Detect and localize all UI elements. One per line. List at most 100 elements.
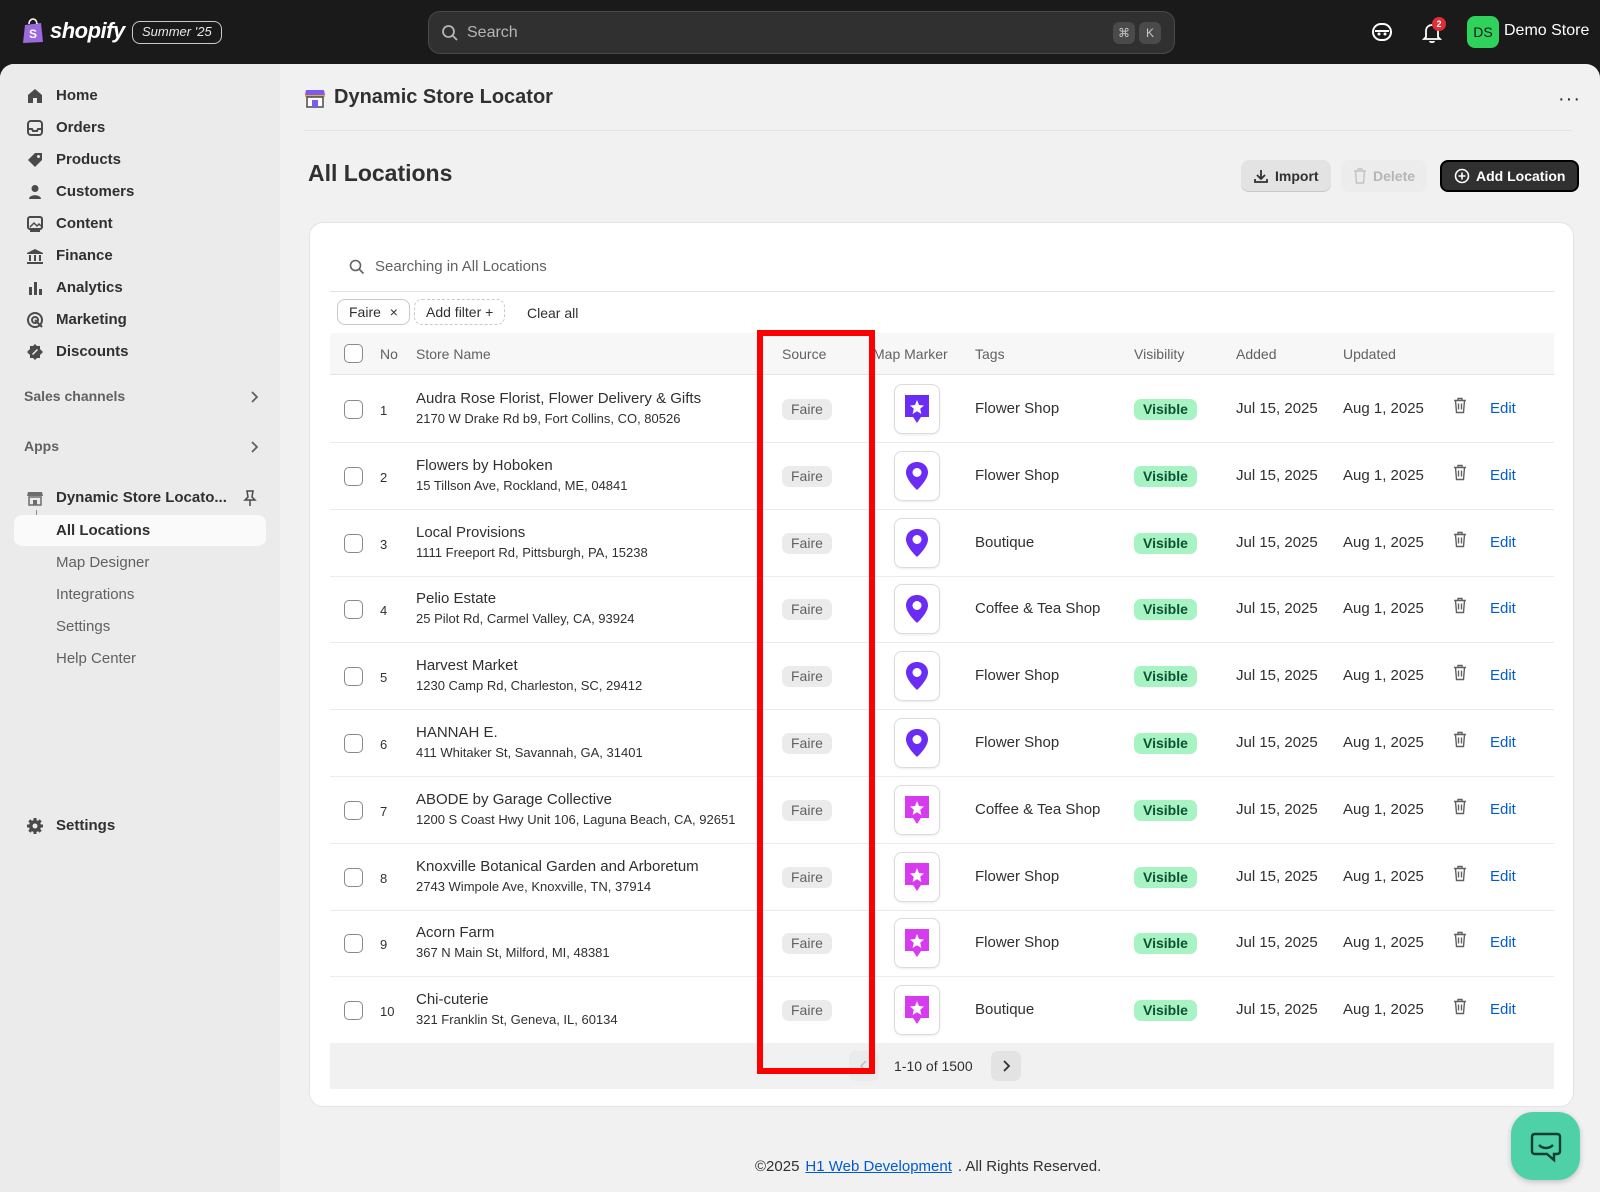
column-header-no[interactable]: No [380,346,398,362]
column-header-tags[interactable]: Tags [975,346,1005,362]
row-checkbox[interactable] [344,867,363,887]
table-row[interactable]: 10 Chi-cuterie 321 Franklin St, Geneva, IL… [330,977,1554,1045]
developer-link[interactable]: H1 Web Development [805,1158,951,1175]
edit-link[interactable]: Edit [1490,1001,1516,1018]
store-name[interactable]: Harvest Market [416,657,642,674]
sidebar-item-analytics[interactable]: Analytics [14,272,123,303]
trash-icon[interactable] [1453,865,1467,882]
edit-link[interactable]: Edit [1490,667,1516,684]
add-filter-button[interactable]: Add filter + [414,299,506,325]
sidebar-sub-integrations[interactable]: Integrations [14,579,266,610]
map-marker-preview[interactable] [894,450,940,501]
map-marker-preview[interactable] [894,584,940,635]
sidekick-icon[interactable] [1371,22,1393,42]
visibility-badge[interactable]: Visible [1134,666,1197,688]
row-checkbox[interactable] [344,466,363,486]
sidebar-item-home[interactable]: Home [14,80,98,111]
row-checkbox[interactable] [344,800,363,820]
table-row[interactable]: 4 Pelio Estate 25 Pilot Rd, Carmel Valley,… [330,576,1554,644]
trash-icon[interactable] [1453,998,1467,1015]
table-row[interactable]: 6 HANNAH E. 411 Whitaker St, Savannah, GA,… [330,710,1554,777]
visibility-badge[interactable]: Visible [1134,933,1197,955]
locations-search-input[interactable]: Searching in All Locations [337,251,1514,282]
edit-link[interactable]: Edit [1490,801,1516,818]
chevron-right-icon[interactable] [250,440,260,454]
sidebar-item-content[interactable]: Content [14,208,113,239]
map-marker-preview[interactable] [894,918,940,969]
map-marker-preview[interactable] [894,985,940,1036]
trash-icon[interactable] [1453,798,1467,815]
table-row[interactable]: 5 Harvest Market 1230 Camp Rd, Charleston,… [330,643,1554,711]
sidebar-item-settings[interactable]: Settings [14,810,115,841]
delete-button[interactable]: Delete [1341,160,1428,192]
sidebar-item-customers[interactable]: Customers [14,176,134,207]
column-header-added[interactable]: Added [1236,346,1276,362]
store-name[interactable]: Demo Store [1504,22,1589,40]
table-row[interactable]: 3 Local Provisions 1111 Freeport Rd, Pitts… [330,510,1554,577]
store-name[interactable]: Pelio Estate [416,590,634,607]
column-header-store-name[interactable]: Store Name [416,346,491,362]
shopify-logo[interactable]: S shopify [22,18,125,44]
trash-icon[interactable] [1453,531,1467,548]
edit-link[interactable]: Edit [1490,734,1516,751]
visibility-badge[interactable]: Visible [1134,532,1197,554]
edit-link[interactable]: Edit [1490,467,1516,484]
edit-link[interactable]: Edit [1490,400,1516,417]
column-header-visibility[interactable]: Visibility [1134,346,1184,362]
edition-badge[interactable]: Summer '25 [132,21,222,44]
store-name[interactable]: ABODE by Garage Collective [416,791,735,808]
edit-link[interactable]: Edit [1490,600,1516,617]
row-checkbox[interactable] [344,1001,363,1021]
visibility-badge[interactable]: Visible [1134,1000,1197,1022]
avatar[interactable]: DS [1467,16,1499,48]
edit-link[interactable]: Edit [1490,534,1516,551]
row-checkbox[interactable] [344,934,363,954]
sidebar-sub-map-designer[interactable]: Map Designer [14,547,266,578]
pin-icon[interactable] [242,489,258,507]
sidebar-item-finance[interactable]: Finance [14,240,113,271]
map-marker-preview[interactable] [894,784,940,835]
add-location-button[interactable]: Add Location [1440,160,1580,192]
global-search-input[interactable]: Search ⌘ K [428,11,1175,54]
trash-icon[interactable] [1453,731,1467,748]
apps-heading[interactable]: Apps [24,438,59,454]
table-row[interactable]: 7 ABODE by Garage Collective 1200 S Coast … [330,777,1554,844]
edit-link[interactable]: Edit [1490,934,1516,951]
store-name[interactable]: Local Provisions [416,524,648,541]
visibility-badge[interactable]: Visible [1134,866,1197,888]
chat-launcher-button[interactable] [1511,1112,1580,1180]
store-name[interactable]: Chi-cuterie [416,991,618,1008]
row-checkbox[interactable] [344,734,363,753]
store-name[interactable]: HANNAH E. [416,724,643,741]
row-checkbox[interactable] [344,667,363,687]
clear-all-button[interactable]: Clear all [527,305,578,321]
edit-link[interactable]: Edit [1490,868,1516,885]
next-page-button[interactable] [991,1051,1021,1081]
visibility-badge[interactable]: Visible [1134,399,1197,420]
sidebar-item-orders[interactable]: Orders [14,112,105,143]
select-all-checkbox[interactable] [344,344,363,363]
visibility-badge[interactable]: Visible [1134,733,1197,754]
store-name[interactable]: Flowers by Hoboken [416,457,628,474]
row-checkbox[interactable] [344,600,363,620]
sidebar-app-store-locator[interactable]: Dynamic Store Locato... [14,482,266,513]
close-icon[interactable]: × [390,304,398,320]
more-actions-button[interactable]: ··· [1558,88,1581,111]
sidebar-sub-all-locations[interactable]: All Locations [14,515,266,546]
map-marker-preview[interactable] [894,651,940,702]
column-header-updated[interactable]: Updated [1343,346,1396,362]
visibility-badge[interactable]: Visible [1134,799,1197,821]
sidebar-item-discounts[interactable]: Discounts [14,336,129,367]
sidebar-item-products[interactable]: Products [14,144,121,175]
table-row[interactable]: 2 Flowers by Hoboken 15 Tillson Ave, Rockl… [330,443,1554,510]
column-header-map-marker[interactable]: Map Marker [873,346,948,362]
store-name[interactable]: Audra Rose Florist, Flower Delivery & Gi… [416,390,701,407]
trash-icon[interactable] [1453,597,1467,614]
visibility-badge[interactable]: Visible [1134,465,1197,487]
table-row[interactable]: 1 Audra Rose Florist, Flower Delivery & G… [330,376,1554,443]
table-row[interactable]: 9 Acorn Farm 367 N Main St, Milford, MI, 4… [330,910,1554,978]
sidebar-item-marketing[interactable]: Marketing [14,304,127,335]
map-marker-preview[interactable] [894,851,940,902]
filter-chip-faire[interactable]: Faire × [337,299,410,325]
map-marker-preview[interactable] [894,517,940,568]
